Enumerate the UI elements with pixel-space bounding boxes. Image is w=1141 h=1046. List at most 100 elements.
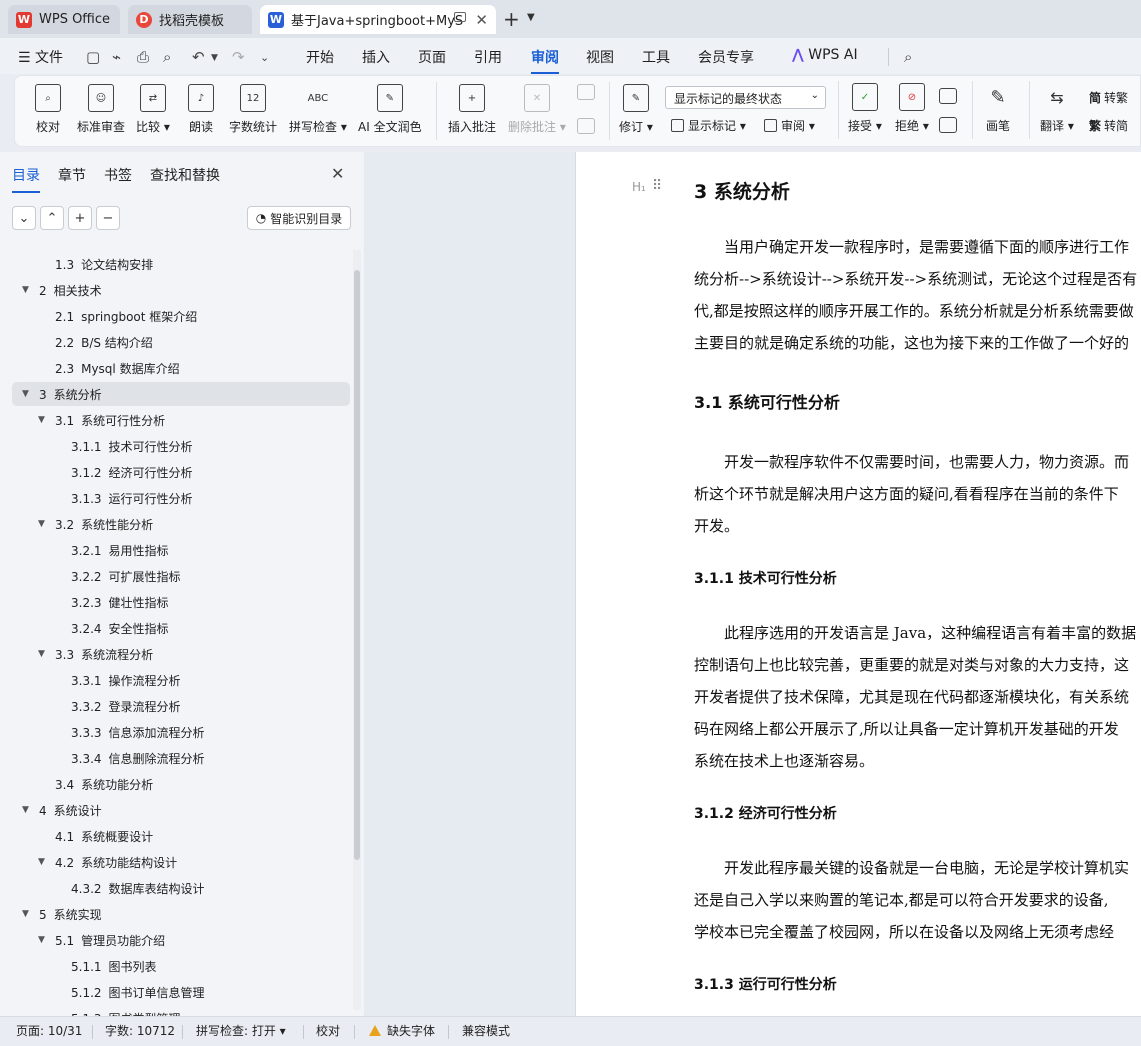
word-count-indicator[interactable]: 字数: 10712 xyxy=(105,1022,175,1039)
chevron-down-icon[interactable]: ▼ xyxy=(211,53,218,63)
add-heading-button[interactable]: + xyxy=(68,206,92,230)
toc-item[interactable]: 5.1.2 图书订单信息管理 xyxy=(12,980,350,1004)
monitor-icon[interactable] xyxy=(454,12,466,22)
markup-display-select[interactable]: 显示标记的最终状态 ⌄ xyxy=(665,86,826,109)
toc-item[interactable]: ▼ 3.3 系统流程分析 xyxy=(12,642,350,666)
missing-font-indicator[interactable]: 缺失字体 xyxy=(369,1022,435,1039)
new-tab-icon[interactable]: + xyxy=(503,7,520,31)
proofread-button[interactable]: ⌕ 校对 xyxy=(35,84,61,135)
collapse-triangle-icon[interactable]: ▼ xyxy=(38,519,45,529)
search-icon[interactable]: ⌕ xyxy=(904,48,912,66)
compat-mode-indicator[interactable]: 兼容模式 xyxy=(462,1022,510,1039)
toc-item[interactable]: 2.3 Mysql 数据库介绍 xyxy=(12,356,350,380)
ai-polish-button[interactable]: ✎ AI 全文润色 xyxy=(358,84,422,135)
tab-toc[interactable]: 目录 xyxy=(12,165,40,193)
menu-item-review[interactable]: 审阅 xyxy=(531,47,559,74)
redo-icon[interactable]: ↷ xyxy=(232,48,245,66)
to-traditional-button[interactable]: 简转繁 xyxy=(1089,89,1128,106)
read-aloud-button[interactable]: ♪ 朗读 xyxy=(188,84,214,135)
menu-item-wps-ai[interactable]: ⋀ WPS AI xyxy=(792,47,858,63)
toc-item[interactable]: 3.2.3 健壮性指标 xyxy=(12,590,350,614)
next-comment-icon[interactable] xyxy=(577,118,595,134)
save-icon[interactable]: ▢ xyxy=(86,48,100,66)
menu-item-member[interactable]: 会员专享 xyxy=(698,47,754,67)
show-markup-button[interactable]: 显示标记 ▾ xyxy=(671,117,746,134)
collapse-triangle-icon[interactable]: ▼ xyxy=(38,935,45,945)
proofread-indicator[interactable]: 校对 xyxy=(316,1022,340,1039)
toc-item[interactable]: 5.1.3图书类型管理 xyxy=(12,1006,350,1017)
toc-item[interactable]: 3.4 系统功能分析 xyxy=(12,772,350,796)
page-indicator[interactable]: 页面: 10/31 xyxy=(16,1022,82,1039)
menu-item-start[interactable]: 开始 xyxy=(306,47,334,67)
previous-comment-icon[interactable] xyxy=(577,84,595,100)
toc-item[interactable]: 3.2.1 易用性指标 xyxy=(12,538,350,562)
close-icon[interactable]: ✕ xyxy=(331,164,344,183)
toc-item[interactable]: 3.3.3 信息添加流程分析 xyxy=(12,720,350,744)
toc-item[interactable]: 3.2.2 可扩展性指标 xyxy=(12,564,350,588)
toc-item[interactable]: 3.1.2 经济可行性分析 xyxy=(12,460,350,484)
delete-comment-button[interactable]: ✕ 删除批注 ▾ xyxy=(508,84,566,135)
translate-button[interactable]: ⇆ 翻译 ▾ xyxy=(1040,83,1074,134)
toc-item[interactable]: 3.3.4 信息删除流程分析 xyxy=(12,746,350,770)
collapse-triangle-icon[interactable]: ▼ xyxy=(38,857,45,867)
collapse-triangle-icon[interactable]: ▼ xyxy=(22,389,29,399)
menu-item-view[interactable]: 视图 xyxy=(586,47,614,67)
file-menu[interactable]: ☰ 文件 xyxy=(18,47,63,67)
scrollbar-thumb[interactable] xyxy=(354,270,360,860)
toc-item[interactable]: ▼ 3.2 系统性能分析 xyxy=(12,512,350,536)
toc-item[interactable]: 3.1.3 运行可行性分析 xyxy=(12,486,350,510)
toc-item[interactable]: 5.1.1 图书列表 xyxy=(12,954,350,978)
toc-item[interactable]: 4.1 系统概要设计 xyxy=(12,824,350,848)
toc-item[interactable]: 2.1 springboot 框架介绍 xyxy=(12,304,350,328)
drag-handle-icon[interactable]: ⠿ xyxy=(652,178,662,194)
heading-level-icon[interactable]: H₁ xyxy=(632,180,646,194)
review-pane-button[interactable]: 审阅 ▾ xyxy=(764,117,815,134)
collapse-triangle-icon[interactable]: ▼ xyxy=(22,805,29,815)
tab-docer-templates[interactable]: D 找稻壳模板 xyxy=(128,5,252,34)
toc-item[interactable]: 3.1.1 技术可行性分析 xyxy=(12,434,350,458)
print-icon[interactable]: ⎙ xyxy=(137,48,149,66)
next-change-icon[interactable] xyxy=(939,117,957,133)
toc-item[interactable]: 3.3.2 登录流程分析 xyxy=(12,694,350,718)
toc-item[interactable]: ▼ 5 系统实现 xyxy=(12,902,350,926)
tab-current-document[interactable]: W 基于Java+springboot+MyS ✕ xyxy=(260,5,496,34)
tab-find-replace[interactable]: 查找和替换 xyxy=(150,165,220,185)
toc-item[interactable]: ▼ 3.1 系统可行性分析 xyxy=(12,408,350,432)
collapse-triangle-icon[interactable]: ▼ xyxy=(38,649,45,659)
toc-item[interactable]: ▼ 2 相关技术 xyxy=(12,278,350,302)
collapse-triangle-icon[interactable]: ▼ xyxy=(22,909,29,919)
insert-comment-button[interactable]: + 插入批注 xyxy=(448,84,496,135)
more-chevron-icon[interactable]: ⌄ xyxy=(260,51,269,64)
toc-item[interactable]: ▼ 4.2 系统功能结构设计 xyxy=(12,850,350,874)
standard-review-button[interactable]: ☺ 标准审查 xyxy=(77,84,125,135)
reject-button[interactable]: ⊘ 拒绝 ▾ xyxy=(895,83,929,134)
pen-button[interactable]: ✎ 画笔 xyxy=(985,83,1011,134)
toc-item[interactable]: ▼ 5.1 管理员功能介绍 xyxy=(12,928,350,952)
menu-item-insert[interactable]: 插入 xyxy=(362,47,390,67)
compare-button[interactable]: ⇄ 比较 ▾ xyxy=(136,84,170,135)
menu-item-tools[interactable]: 工具 xyxy=(642,47,670,67)
smart-toc-button[interactable]: ◔ 智能识别目录 xyxy=(247,206,351,230)
remove-heading-button[interactable]: − xyxy=(96,206,120,230)
toc-item[interactable]: 1.3 论文结构安排 xyxy=(12,252,350,276)
toc-item[interactable]: ▼ 3 系统分析 xyxy=(12,382,350,406)
collapse-up-button[interactable]: ⌃ xyxy=(40,206,64,230)
toc-item[interactable]: 4.3.2 数据库表结构设计 xyxy=(12,876,350,900)
track-changes-button[interactable]: ✎ 修订 ▾ xyxy=(619,84,653,135)
undo-icon[interactable]: ↶ xyxy=(192,48,205,66)
spell-check-button[interactable]: ABC 拼写检查 ▾ xyxy=(289,84,347,135)
expand-down-button[interactable]: ⌄ xyxy=(12,206,36,230)
spell-check-indicator[interactable]: 拼写检查: 打开 ▾ xyxy=(196,1022,286,1039)
close-icon[interactable]: ✕ xyxy=(475,11,488,29)
collapse-triangle-icon[interactable]: ▼ xyxy=(22,285,29,295)
link-icon[interactable]: ⌁ xyxy=(112,48,121,66)
toc-item[interactable]: 3.3.1 操作流程分析 xyxy=(12,668,350,692)
word-count-button[interactable]: 12 字数统计 xyxy=(229,84,277,135)
menu-item-page[interactable]: 页面 xyxy=(418,47,446,67)
collapse-triangle-icon[interactable]: ▼ xyxy=(38,415,45,425)
chevron-down-icon[interactable]: ▼ xyxy=(527,12,535,23)
toc-item[interactable]: 2.2 B/S 结构介绍 xyxy=(12,330,350,354)
tab-sections[interactable]: 章节 xyxy=(58,165,86,185)
toc-item[interactable]: 3.2.4 安全性指标 xyxy=(12,616,350,640)
to-simplified-button[interactable]: 繁转简 xyxy=(1089,117,1128,134)
